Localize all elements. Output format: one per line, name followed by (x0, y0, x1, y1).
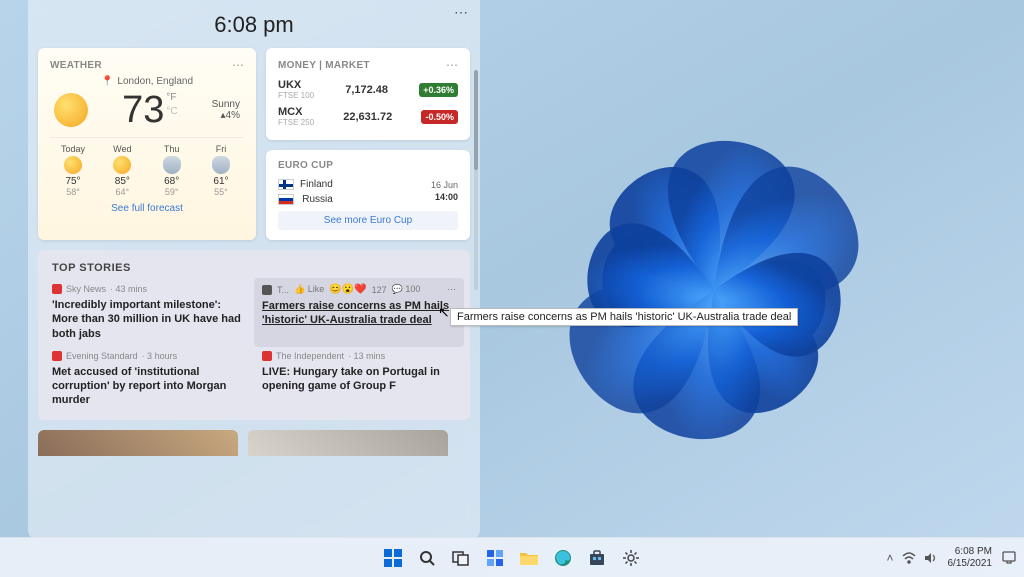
photo-thumbnail[interactable] (248, 430, 448, 456)
weather-more-icon[interactable]: ⋯ (232, 58, 244, 72)
story-item[interactable]: The Independent· 13 minsLIVE: Hungary ta… (262, 351, 456, 408)
settings-button[interactable] (617, 544, 645, 572)
reactions-icon[interactable]: 😊😮❤️ (329, 284, 366, 295)
eurocup-title: EURO CUP (278, 160, 458, 171)
panel-scrollbar[interactable] (474, 70, 478, 290)
network-icon[interactable] (902, 552, 916, 564)
market-row[interactable]: MCXFTSE 25022,631.72-0.50% (278, 103, 458, 130)
photo-thumbnail[interactable] (38, 430, 238, 456)
market-row[interactable]: UKXFTSE 1007,172.48+0.36% (278, 76, 458, 103)
store-button[interactable] (583, 544, 611, 572)
weather-temp: 73 (122, 91, 164, 129)
like-icon[interactable]: 👍 Like (294, 284, 324, 295)
forecast-day[interactable]: Thu68°59° (149, 144, 195, 197)
volume-icon[interactable] (924, 552, 938, 564)
notifications-icon[interactable] (1002, 551, 1016, 565)
weather-day-icon (163, 156, 181, 174)
edge-button[interactable] (549, 544, 577, 572)
taskbar[interactable]: ˄ 6:08 PM 6/15/2021 (0, 537, 1024, 577)
weather-precip: ▴4% (212, 110, 240, 121)
story-item[interactable]: Evening Standard· 3 hoursMet accused of … (52, 351, 246, 408)
start-button[interactable] (379, 544, 407, 572)
weather-day-icon (212, 156, 230, 174)
see-full-forecast-link[interactable]: See full forecast (50, 197, 244, 214)
market-more-icon[interactable]: ⋯ (446, 58, 458, 72)
search-button[interactable] (413, 544, 441, 572)
forecast-day[interactable]: Wed85°64° (99, 144, 145, 197)
story-item[interactable]: Sky News· 43 mins'Incredibly important m… (52, 284, 246, 341)
flag-icon (278, 194, 294, 205)
file-explorer-button[interactable] (515, 544, 543, 572)
eurocup-team: Russia (278, 192, 333, 207)
sun-icon (54, 93, 88, 127)
see-more-eurocup-link[interactable]: See more Euro Cup (278, 211, 458, 230)
panel-time: 6:08 pm (38, 8, 470, 48)
story-more-icon[interactable]: ⋯ (447, 284, 456, 295)
tray-chevron-icon[interactable]: ˄ (886, 551, 893, 565)
location-pin-icon: 📍 (101, 76, 113, 87)
forecast-day[interactable]: Today75°58° (50, 144, 96, 197)
comment-icon[interactable]: 💬 100 (392, 284, 421, 295)
eurocup-widget[interactable]: EURO CUP FinlandRussia 16 Jun 14:00 See … (266, 150, 470, 240)
eurocup-team: Finland (278, 177, 333, 192)
flag-icon (278, 179, 294, 190)
tooltip: Farmers raise concerns as PM hails 'hist… (450, 308, 798, 326)
weather-day-icon (64, 156, 82, 174)
taskbar-clock[interactable]: 6:08 PM 6/15/2021 (948, 546, 993, 570)
eurocup-date: 16 Jun (431, 180, 458, 192)
task-view-button[interactable] (447, 544, 475, 572)
weather-day-icon (113, 156, 131, 174)
eurocup-time: 14:00 (431, 192, 458, 204)
widgets-panel[interactable]: ⋯ 6:08 pm WEATHER ⋯ 📍 London, England 73… (28, 0, 480, 540)
photo-strip (38, 430, 470, 456)
weather-condition: Sunny (212, 99, 240, 110)
widgets-button[interactable] (481, 544, 509, 572)
weather-location: 📍 London, England (50, 76, 244, 87)
market-widget[interactable]: MONEY | MARKET ⋯ UKXFTSE 1007,172.48+0.3… (266, 48, 470, 140)
forecast-day[interactable]: Fri61°55° (198, 144, 244, 197)
story-item[interactable]: T...👍 Like😊😮❤️127💬 100⋯Farmers raise con… (254, 278, 464, 347)
weather-title: WEATHER (50, 60, 102, 71)
top-stories-title: TOP STORIES (52, 262, 456, 274)
market-title: MONEY | MARKET (278, 60, 370, 71)
weather-widget[interactable]: WEATHER ⋯ 📍 London, England 73 °F °C Sun… (38, 48, 256, 240)
top-stories-widget[interactable]: TOP STORIES Sky News· 43 mins'Incredibly… (38, 250, 470, 420)
panel-more-icon[interactable]: ⋯ (454, 4, 468, 21)
